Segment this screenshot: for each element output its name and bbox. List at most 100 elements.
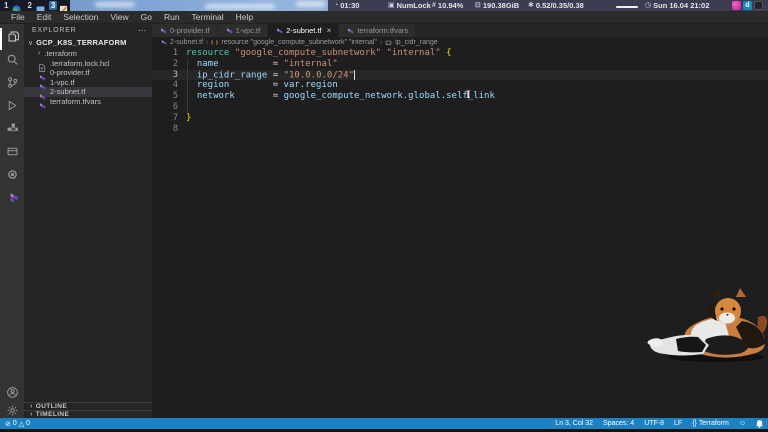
cat-overlay-image xyxy=(647,288,768,362)
explorer-file-list: › .terraform .terraform.lock.hcl 0-provider… xyxy=(24,49,152,109)
source-control-icon[interactable] xyxy=(0,74,24,96)
sidebar-section-outline[interactable]: › OUTLINE xyxy=(24,402,152,410)
cpu-icon: # xyxy=(432,2,436,9)
close-icon[interactable]: × xyxy=(327,26,332,35)
encoding[interactable]: UTF-8 xyxy=(644,420,664,427)
error-count: 0 xyxy=(12,420,17,427)
status-bar: ⊘ 0 △ 0 Ln 3, Col 32 Spaces: 4 UTF-8 LF … xyxy=(0,418,768,429)
terminal-icon[interactable] xyxy=(754,1,763,10)
chevron-right-icon: › xyxy=(38,50,41,58)
panel-cpu: # 10.94% xyxy=(432,0,463,11)
explorer-item-.terraform[interactable]: › .terraform xyxy=(24,49,152,59)
sidebar-section-timeline[interactable]: › TIMELINE xyxy=(24,410,152,418)
tf-file-icon xyxy=(346,27,354,35)
clock-icon: ◔ xyxy=(334,2,339,9)
panel-date: ◷ Sun 16.04 21:02 xyxy=(645,0,709,11)
code-line-8[interactable]: 8 xyxy=(152,124,768,135)
run-debug-icon[interactable] xyxy=(0,97,24,119)
source-control-icon xyxy=(6,76,19,94)
globe-icon xyxy=(12,1,22,14)
disk-icon: ⊟ xyxy=(475,2,481,9)
docker-icon[interactable]: d xyxy=(743,1,752,10)
tab-bar: 0-provider.tf 1-vpc.tf 2-subnet.tf × terrafo… xyxy=(152,24,768,37)
code-line-2[interactable]: 2 name = "internal" xyxy=(152,59,768,70)
tf-file-icon xyxy=(38,78,46,90)
notifications-bell-icon[interactable] xyxy=(756,419,763,428)
panel-disk: ⊟ 190.38GiB xyxy=(475,0,519,11)
breadcrumb-item[interactable]: ip_cidr_range xyxy=(395,39,437,46)
code-line-3[interactable]: 3 ip_cidr_range = "10.0.0.0/24" xyxy=(152,69,768,81)
tab-2-subnet.tf[interactable]: 2-subnet.tf × xyxy=(268,24,340,37)
remote-icon[interactable] xyxy=(0,143,24,165)
indentation[interactable]: Spaces: 4 xyxy=(603,420,634,427)
code-line-6[interactable]: 6 xyxy=(152,102,768,113)
menu-item-run[interactable]: Run xyxy=(159,12,185,22)
circle-icon[interactable] xyxy=(0,166,24,188)
explorer-item-0-provider.tf[interactable]: 0-provider.tf xyxy=(24,68,152,81)
breadcrumb-separator: › xyxy=(379,38,383,46)
menu-item-selection[interactable]: Selection xyxy=(58,12,103,22)
panel-numlock-value: NumLock xyxy=(396,1,431,10)
keyboard-icon: ▣ xyxy=(388,2,395,9)
line-number: 1 xyxy=(172,48,178,58)
breadcrumb-item[interactable]: 2-subnet.tf xyxy=(170,39,203,46)
explorer-item-label: 2-subnet.tf xyxy=(50,87,86,97)
braces-icon: {} xyxy=(692,420,697,427)
menu-item-edit[interactable]: Edit xyxy=(32,12,57,22)
menu-item-go[interactable]: Go xyxy=(136,12,157,22)
extensions-icon[interactable] xyxy=(0,120,24,142)
sidebar-section-label: OUTLINE xyxy=(35,403,68,410)
line-number: 7 xyxy=(172,112,178,123)
menu-item-file[interactable]: File xyxy=(6,12,30,22)
tab-terraform.tfvars[interactable]: terraform.tfvars xyxy=(339,24,417,37)
warning-icon: △ xyxy=(18,420,25,428)
breadcrumb-item[interactable]: resource "google_compute_subnetwork" "in… xyxy=(221,39,376,46)
wallpaper-cloud xyxy=(296,1,326,7)
code-line-text: name = "internal" xyxy=(196,58,338,69)
workspace-button-2[interactable]: 2 xyxy=(23,0,46,14)
search-icon[interactable] xyxy=(0,51,24,73)
line-number: 6 xyxy=(172,101,178,112)
explorer-item-.terraform.lock.hcl[interactable]: .terraform.lock.hcl xyxy=(24,59,152,72)
code-editor[interactable]: 1 resource "google_compute_subnetwork" "i… xyxy=(152,46,768,134)
system-tray: d xyxy=(732,1,763,10)
code-line-4[interactable]: 4 region = var.region xyxy=(152,80,768,91)
feedback-icon[interactable]: ☺ xyxy=(739,420,746,427)
explorer-item-terraform.tfvars[interactable]: terraform.tfvars xyxy=(24,97,152,109)
line-number: 5 xyxy=(172,91,178,102)
language-mode[interactable]: {} Terraform xyxy=(692,420,729,427)
tab-1-vpc.tf[interactable]: 1-vpc.tf xyxy=(217,24,269,37)
workspace-number: 2 xyxy=(27,1,32,10)
pink-app-icon[interactable] xyxy=(732,1,741,10)
tf-file-icon xyxy=(38,88,46,100)
breadcrumb-separator: › xyxy=(206,38,209,46)
code-line-1[interactable]: 1 resource "google_compute_subnetwork" "i… xyxy=(152,48,768,59)
eol-sequence[interactable]: LF xyxy=(674,420,682,427)
workspace-number: 3 xyxy=(48,1,58,10)
workspace-button-3[interactable]: 3 xyxy=(47,0,70,14)
terraform-icon[interactable] xyxy=(0,189,24,211)
mouse-ibeam-cursor: I xyxy=(466,90,471,101)
tab-0-provider.tf[interactable]: 0-provider.tf xyxy=(152,24,218,37)
menu-item-help[interactable]: Help xyxy=(231,12,258,22)
files-icon[interactable] xyxy=(0,28,24,50)
menu-item-terminal[interactable]: Terminal xyxy=(187,12,229,22)
panel-load: ✱ 0.52/0.35/0.38 xyxy=(528,0,584,11)
code-line-5[interactable]: 5 network = google_compute_network.globa… xyxy=(152,91,768,102)
explorer-item-2-subnet.tf[interactable]: 2-subnet.tf xyxy=(24,87,152,100)
explorer-root-folder[interactable]: ∨ GCP_K8S_TERRAFORM xyxy=(24,36,152,49)
menu-item-view[interactable]: View xyxy=(105,12,133,22)
tf-file-icon xyxy=(160,39,167,46)
workspace-button-1[interactable]: 1 xyxy=(0,0,23,14)
breadcrumb[interactable]: 2-subnet.tf › resource "google_compute_sub… xyxy=(152,37,768,46)
code-line-7[interactable]: 7} xyxy=(152,113,768,124)
workspace-number: 1 xyxy=(4,1,9,10)
cursor-position[interactable]: Ln 3, Col 32 xyxy=(555,420,593,427)
tf-file-icon xyxy=(159,27,167,35)
more-actions-icon[interactable]: ⋯ xyxy=(138,26,146,34)
chevron-right-icon: › xyxy=(30,403,33,410)
explorer-item-1-vpc.tf[interactable]: 1-vpc.tf xyxy=(24,78,152,90)
tab-label: 1-vpc.tf xyxy=(235,26,261,35)
problems-indicator[interactable]: ⊘ 0 △ 0 xyxy=(5,420,30,428)
